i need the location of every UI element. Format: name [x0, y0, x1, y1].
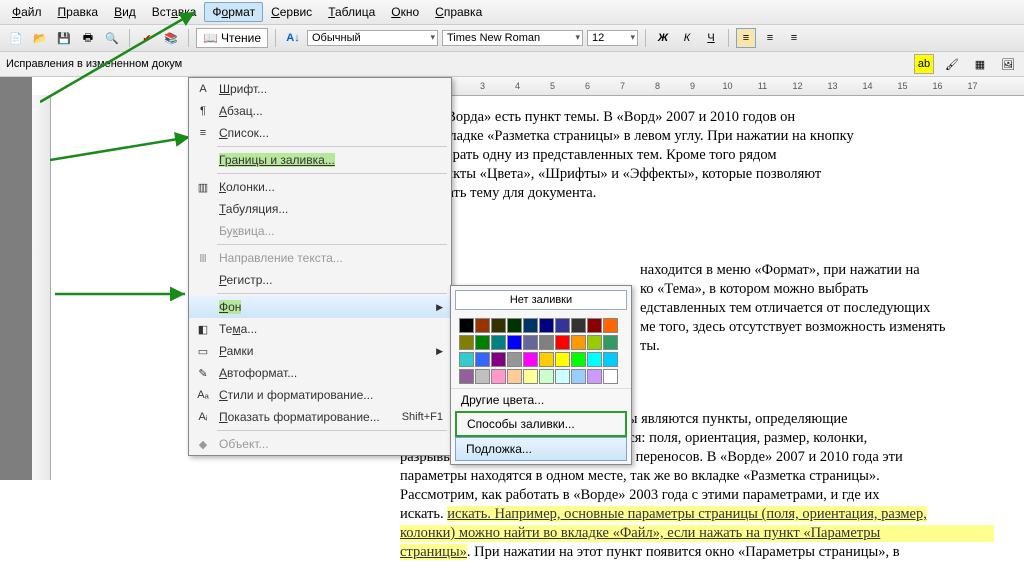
color-swatch[interactable]	[587, 318, 602, 333]
menu-item[interactable]: ◧Тема...	[189, 318, 451, 340]
vertical-ruler	[32, 95, 51, 480]
menu-item[interactable]: ▥Колонки...	[189, 176, 451, 198]
color-swatch[interactable]	[491, 335, 506, 350]
color-swatch[interactable]	[491, 352, 506, 367]
color-swatch[interactable]	[459, 369, 474, 384]
color-swatch[interactable]	[507, 335, 522, 350]
color-swatch[interactable]	[555, 352, 570, 367]
reading-button[interactable]: 📖Чтение	[196, 28, 268, 48]
color-swatch[interactable]	[571, 352, 586, 367]
color-swatch[interactable]	[507, 318, 522, 333]
spell-icon[interactable]: ✔	[137, 28, 157, 48]
color-swatch[interactable]	[523, 335, 538, 350]
bold-button[interactable]: Ж	[653, 28, 673, 48]
size-select[interactable]: 12	[587, 30, 638, 46]
color-swatch[interactable]	[523, 318, 538, 333]
open-icon[interactable]: 📂	[30, 28, 50, 48]
menu-файл[interactable]: Файл	[4, 2, 50, 22]
menu-item[interactable]: AₐСтили и форматирование...	[189, 384, 451, 406]
para-style-icon[interactable]: A↓	[283, 28, 303, 48]
menu-item: ⅢНаправление текста...	[189, 247, 451, 269]
menu-item[interactable]: ≡Список...	[189, 122, 451, 144]
new-doc-icon[interactable]: 📄	[6, 28, 26, 48]
menu-item[interactable]: Границы и заливка...	[189, 149, 451, 171]
color-swatch[interactable]	[523, 352, 538, 367]
color-swatch[interactable]	[571, 369, 586, 384]
underline-button[interactable]: Ч	[701, 28, 721, 48]
color-swatch[interactable]	[587, 369, 602, 384]
save-icon[interactable]: 💾	[54, 28, 74, 48]
drawing-icon[interactable]: 🖌	[942, 54, 962, 74]
color-swatch[interactable]	[603, 369, 618, 384]
color-swatch[interactable]	[507, 369, 522, 384]
insert-table-icon[interactable]: ▦	[970, 54, 990, 74]
menu-item[interactable]: Регистр...	[189, 269, 451, 291]
menu-item[interactable]: Табуляция...	[189, 198, 451, 220]
color-swatch[interactable]	[539, 369, 554, 384]
color-swatch[interactable]	[459, 335, 474, 350]
color-swatch[interactable]	[523, 369, 538, 384]
color-swatch[interactable]	[555, 318, 570, 333]
color-swatch[interactable]	[587, 335, 602, 350]
highlight-button[interactable]: ab	[914, 54, 934, 74]
color-swatch[interactable]	[555, 369, 570, 384]
color-swatch[interactable]	[459, 352, 474, 367]
menu-item[interactable]: ✎Автоформат...	[189, 362, 451, 384]
watermark-item[interactable]: Подложка...	[455, 437, 627, 461]
color-swatch[interactable]	[603, 318, 618, 333]
no-fill-button[interactable]: Нет заливки	[455, 290, 627, 310]
color-swatch[interactable]	[603, 335, 618, 350]
color-swatch[interactable]	[603, 352, 618, 367]
menu-item[interactable]: Фон▶	[189, 296, 451, 318]
insert-image-icon[interactable]: 🖼	[998, 54, 1018, 74]
color-swatch[interactable]	[475, 369, 490, 384]
style-select[interactable]: Обычный	[307, 30, 438, 46]
color-swatch[interactable]	[539, 335, 554, 350]
menu-item[interactable]: ¶Абзац...	[189, 100, 451, 122]
print-icon[interactable]: 🖶	[78, 28, 98, 48]
align-center-button[interactable]: ≡	[760, 28, 780, 48]
menu-таблица[interactable]: Таблица	[320, 2, 383, 22]
font-select[interactable]: Times New Roman	[442, 30, 583, 46]
color-swatch[interactable]	[475, 352, 490, 367]
color-swatch[interactable]	[587, 352, 602, 367]
research-icon[interactable]: 📚	[161, 28, 181, 48]
menu-item[interactable]: AШрифт...	[189, 78, 451, 100]
menu-справка[interactable]: Справка	[427, 2, 490, 22]
menu-сервис[interactable]: Сервис	[263, 2, 320, 22]
fill-methods-item[interactable]: Способы заливки...	[455, 411, 627, 437]
color-swatch[interactable]	[571, 318, 586, 333]
menu-item: Буквица...	[189, 220, 451, 242]
other-colors-item[interactable]: Другие цвета...	[451, 388, 631, 411]
color-swatch[interactable]	[475, 318, 490, 333]
menu-правка[interactable]: Правка	[50, 2, 107, 22]
menu-окно[interactable]: Окно	[383, 2, 427, 22]
color-swatch[interactable]	[491, 318, 506, 333]
menu-item[interactable]: ▭Рамки▶	[189, 340, 451, 362]
color-swatch[interactable]	[571, 335, 586, 350]
menu-item[interactable]: AᵢПоказать форматирование...Shift+F1	[189, 406, 451, 428]
color-swatch[interactable]	[507, 352, 522, 367]
color-swatch[interactable]	[491, 369, 506, 384]
italic-button[interactable]: К	[677, 28, 697, 48]
menu-вид[interactable]: Вид	[106, 2, 144, 22]
format-menu: AШрифт...¶Абзац...≡Список... Границы и за…	[188, 77, 452, 456]
color-swatch[interactable]	[459, 318, 474, 333]
menu-вставка[interactable]: Вставка	[144, 2, 205, 22]
preview-icon[interactable]: 🔍	[102, 28, 122, 48]
menu-item: ◆Объект...	[189, 433, 451, 455]
color-swatch[interactable]	[555, 335, 570, 350]
color-palette[interactable]	[451, 314, 631, 388]
color-swatch[interactable]	[475, 335, 490, 350]
align-left-button[interactable]: ≡	[736, 28, 756, 48]
color-swatch[interactable]	[539, 352, 554, 367]
align-right-button[interactable]: ≡	[784, 28, 804, 48]
menu-формат[interactable]: Формат	[204, 2, 263, 22]
color-swatch[interactable]	[539, 318, 554, 333]
background-submenu: Нет заливки Другие цвета... Способы зали…	[450, 285, 632, 465]
track-changes-label: Исправления в измененном докум	[6, 58, 182, 70]
page-margin-left	[0, 77, 32, 480]
